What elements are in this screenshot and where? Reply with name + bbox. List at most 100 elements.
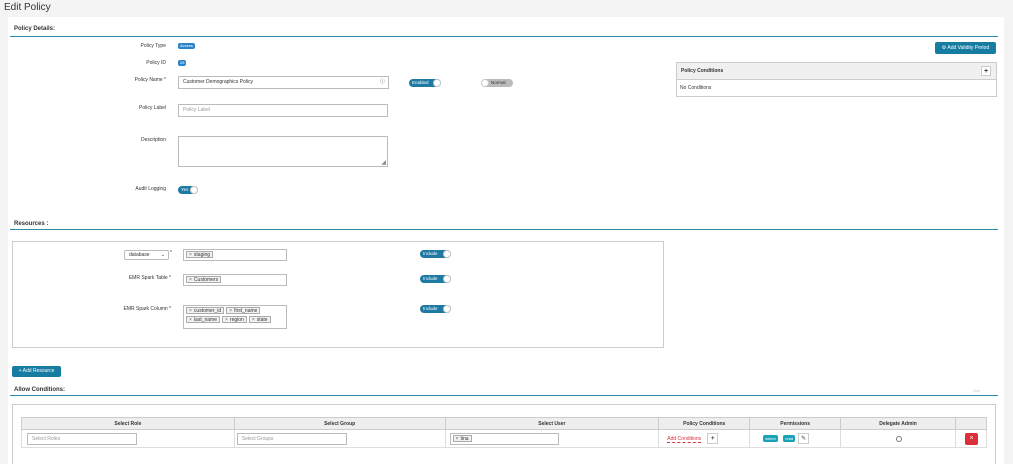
policy-conditions-box: Policy Conditions + No Conditions [676,62,997,97]
resource-tag: × state [248,316,271,323]
audit-logging-toggle[interactable]: Yes [178,186,198,194]
col-permissions: Permissions [749,417,842,430]
close-icon: × [969,435,974,442]
page-title: Edit Policy [4,2,51,13]
resource-tag-label: region [229,317,244,323]
column-tags-input[interactable]: × customer_id × first_name× last_name × region… [183,305,287,329]
resources-box [12,241,664,348]
toggle-knob [433,79,441,87]
clock-icon: ⚙ [941,45,947,51]
col-actions [954,417,988,430]
policy-label-input[interactable]: Policy Label [178,104,388,117]
policy-id-badge: 28 [178,60,187,66]
policy-id-label: Policy ID [146,60,166,66]
resource-tag-label: last_name [193,317,217,323]
policy-conditions-title: Policy Conditions [681,68,724,74]
include-label: Include [423,276,438,281]
col-select-group: Select Group [233,417,446,430]
policy-form-panel: Policy Details: Policy Type Access Polic… [8,17,1004,464]
plus-icon: + [18,368,22,374]
remove-tag-icon[interactable]: × [252,317,255,323]
permission-badge: select [763,435,778,442]
include-label: Include [423,251,438,256]
groups-cell: Select Groups [233,429,446,448]
add-resource-button[interactable]: + Add Resource [12,366,61,377]
permission-badge: read [783,435,796,442]
normal-toggle[interactable]: Normal [481,79,513,87]
hide-link[interactable]: hide [973,388,981,393]
delegate-admin-cell [840,429,956,448]
audit-logging-label: Audit Logging [135,186,166,192]
add-condition-button[interactable]: + [981,66,991,76]
database-tags-input[interactable]: × staging [183,249,287,261]
no-conditions-text: No Conditions [680,85,712,91]
resource-tag: × customer_id [186,307,225,314]
table-header-row: Select Role Select Group Select User Pol… [21,417,988,430]
select-groups-input[interactable]: Select Groups [236,433,347,445]
resource-type-value: database [129,252,150,258]
policy-name-input[interactable]: Customer Demographics Policy ⓘ [178,76,389,89]
remove-tag-icon[interactable]: × [225,317,228,323]
add-validity-period-label: Add Validity Period [947,45,990,51]
allow-conditions-header: Allow Conditions: [14,387,65,393]
resource-tag-label: Customers [193,277,219,283]
col-select-user: Select User [444,417,660,430]
select-user-input[interactable]: × tina [449,433,559,445]
roles-cell: Select Roles [21,429,235,448]
add-validity-period-button[interactable]: ⚙ Add Validity Period [935,42,996,54]
user-tag-label: tina [460,436,469,442]
emr-spark-table-label: EMR Spark Table * [128,275,171,281]
description-label: Description [140,137,166,143]
toggle-knob [481,79,489,87]
resize-handle-icon[interactable]: ◢ [381,159,386,166]
description-textarea[interactable]: ◢ [178,136,388,167]
user-tag: × tina [452,435,472,442]
column-include-toggle[interactable]: Include [420,305,451,313]
edit-policy-page: Edit Policy Policy Details: Policy Type … [0,0,1013,464]
audit-logging-value: Yes [181,187,189,192]
delegate-admin-checkbox[interactable] [896,436,903,442]
toggle-knob [443,250,451,258]
remove-tag-icon[interactable]: × [189,317,192,323]
select-roles-input[interactable]: Select Roles [27,433,137,445]
add-conditions-link[interactable]: Add Conditions [667,436,702,443]
col-policy-conditions: Policy Conditions [658,417,751,430]
policy-type-badge: Access [178,43,195,49]
users-cell: × tina [444,429,660,448]
col-delegate-admin: Delegate Admin [840,417,956,430]
info-icon[interactable]: ⓘ [380,77,385,88]
remove-tag-icon[interactable]: × [189,252,192,258]
resources-header: Resources : [14,221,49,227]
toggle-knob [443,275,451,283]
delete-row-button[interactable]: × [964,433,978,445]
resources-divider [10,229,998,230]
add-resource-label: Add Resource [22,368,55,374]
col-select-role: Select Role [21,417,235,430]
remove-tag-icon[interactable]: × [229,308,232,314]
table-row: Select Roles Select Groups × tina Add Con… [21,429,988,448]
toggle-knob [443,305,451,313]
pencil-icon[interactable]: ✎ [798,433,810,444]
database-include-toggle[interactable]: Include [420,250,451,258]
emr-spark-column-label: EMR Spark Column * [123,306,171,312]
policy-details-divider [10,36,998,37]
table-include-toggle[interactable]: Include [420,275,451,283]
add-conditions-button[interactable]: + [707,433,719,444]
allow-conditions-divider [10,395,998,396]
include-label: Include [423,306,438,311]
resource-tag-label: state [256,317,268,323]
actions-cell: × [954,429,988,448]
normal-toggle-label: Normal [491,80,506,85]
resource-tag: × staging [186,251,214,258]
enabled-toggle-label: Enabled [412,80,429,85]
resource-type-select[interactable]: database ⌄ [124,250,169,260]
policy-type-label: Policy Type [140,43,166,49]
remove-tag-icon[interactable]: × [189,308,192,314]
resource-tag: × last_name [186,316,220,323]
table-tags-input[interactable]: × Customers [183,274,287,286]
chevron-down-icon: ⌄ [160,252,165,258]
enabled-toggle[interactable]: Enabled [409,79,441,87]
remove-tag-icon[interactable]: × [189,277,192,283]
resource-tag-label: customer_id [193,308,222,314]
remove-tag-icon[interactable]: × [456,436,459,442]
